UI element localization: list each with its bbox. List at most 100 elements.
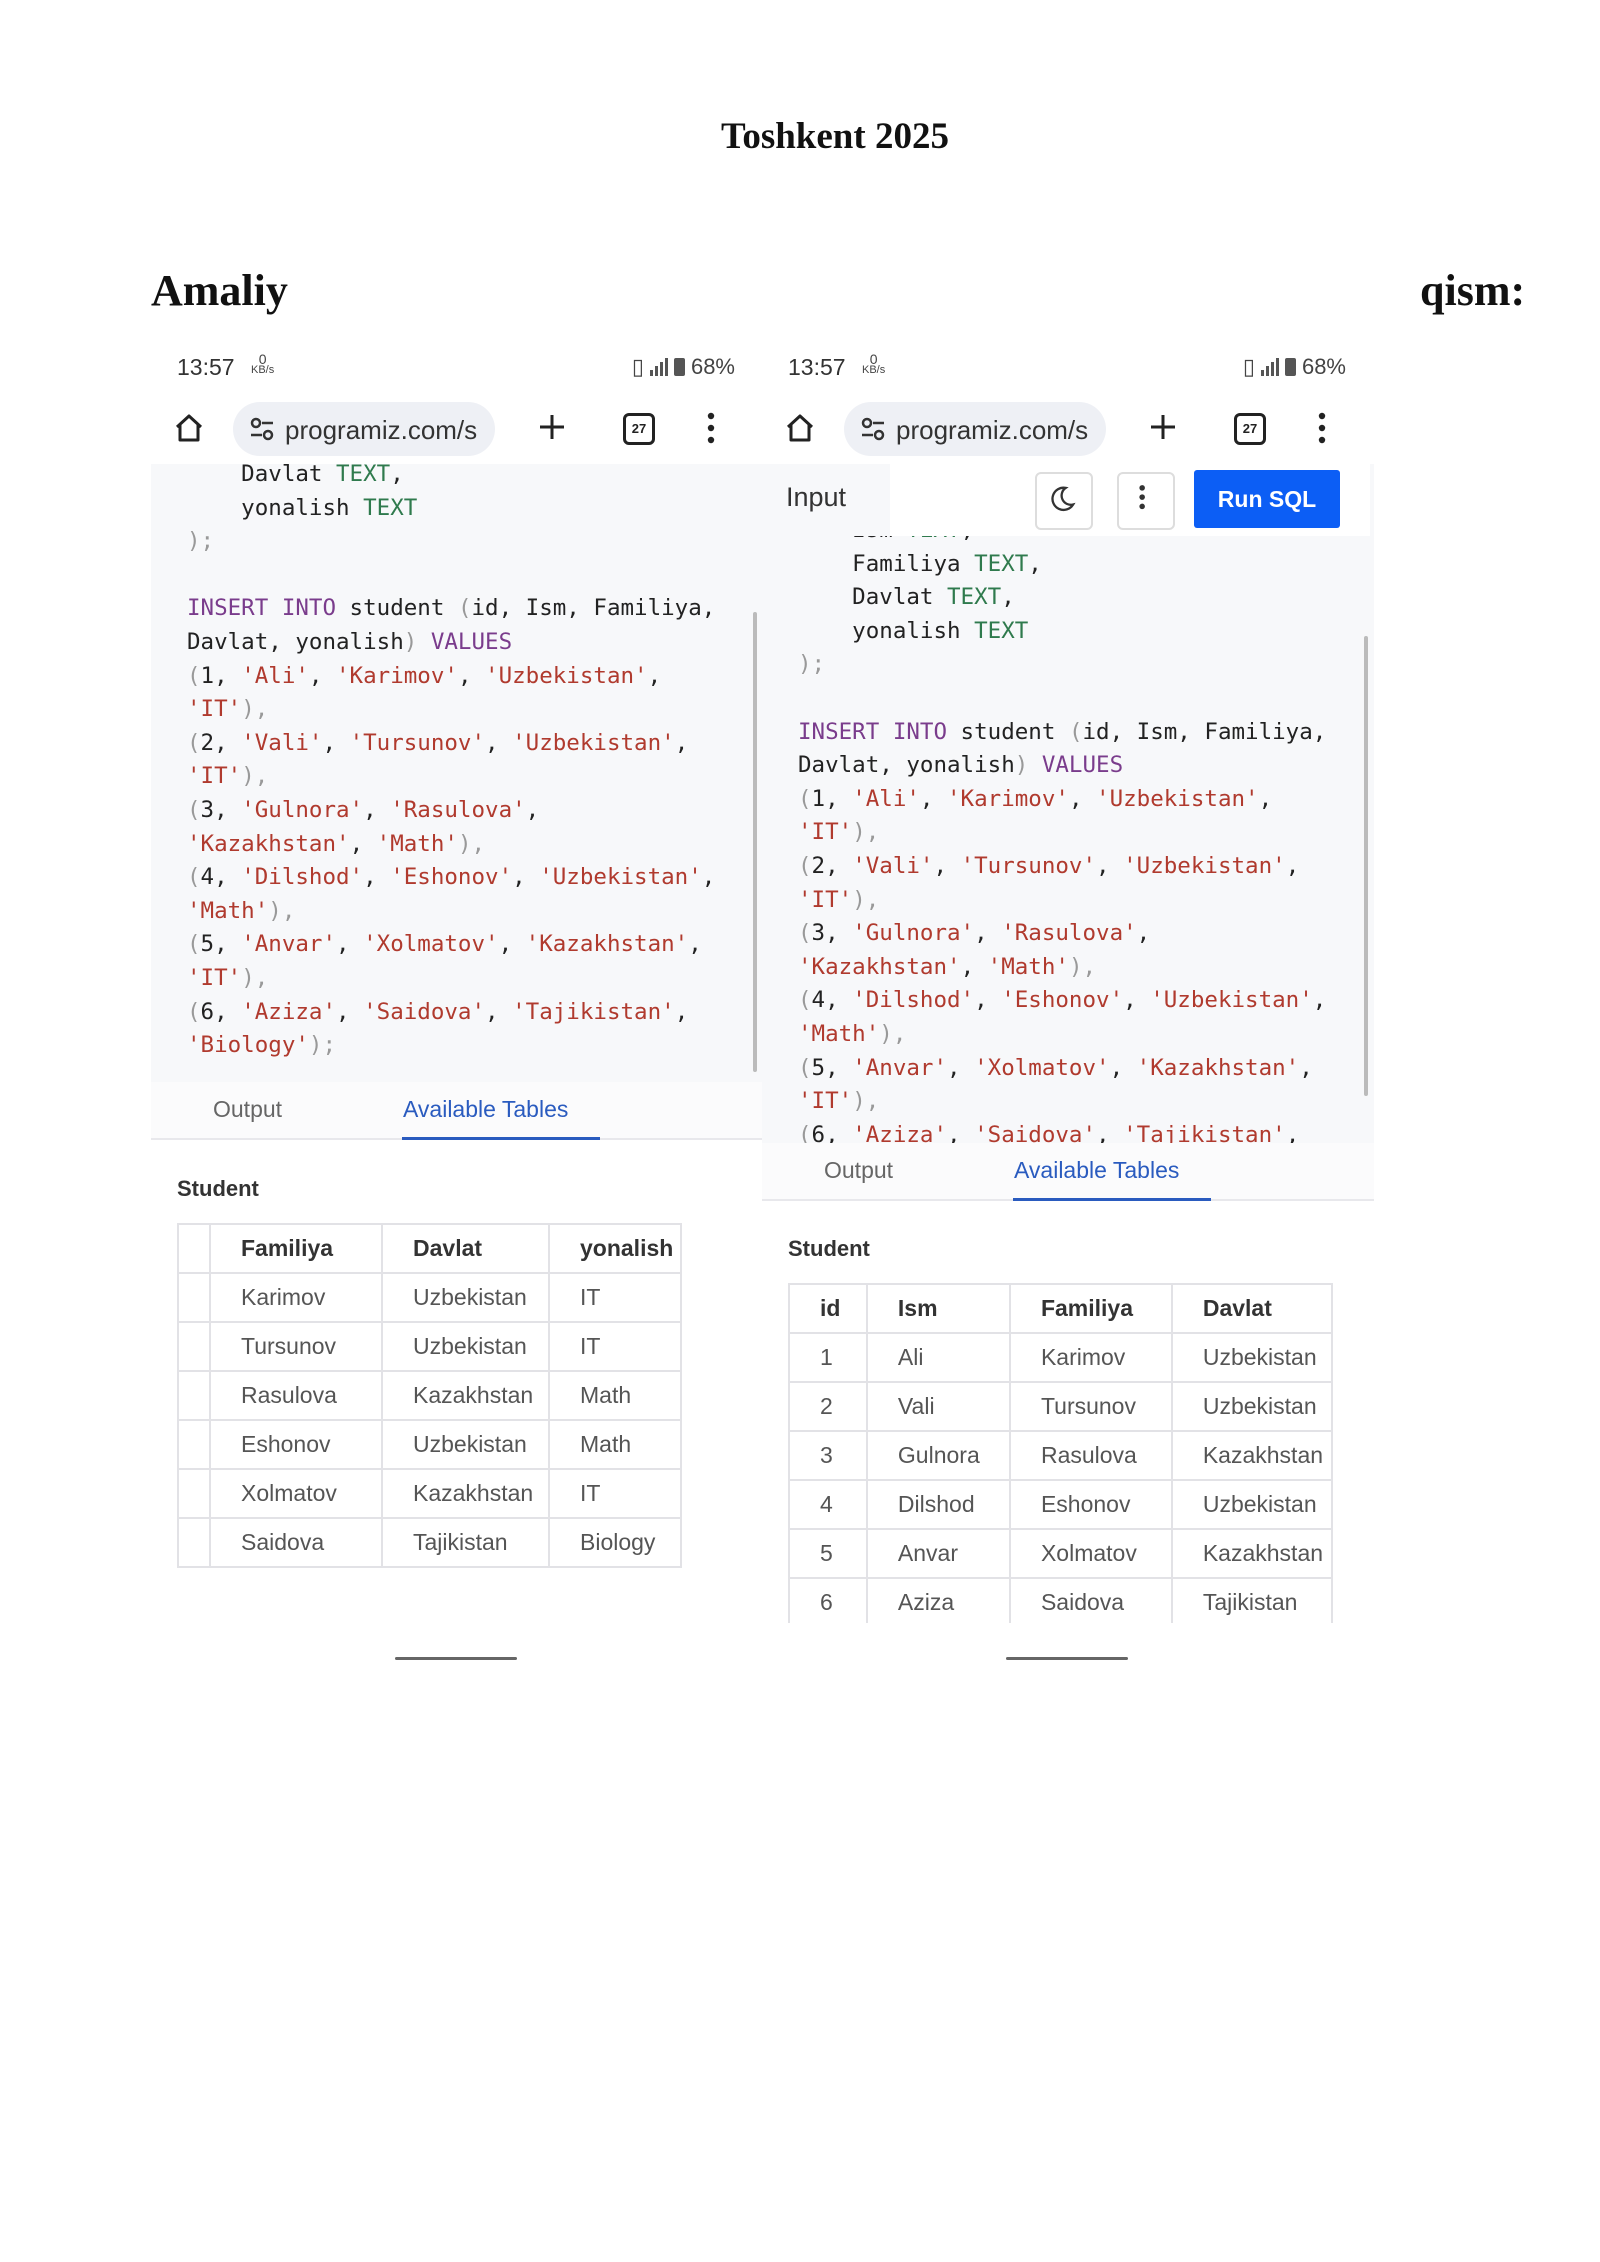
code-token: 'Uzbekistan'	[539, 864, 702, 891]
code-token: 'Gulnora'	[852, 920, 975, 947]
code-token: 'Eshonov'	[1001, 987, 1124, 1014]
tab-available-tables[interactable]: Available Tables	[403, 1096, 568, 1123]
code-token: ,	[512, 864, 540, 891]
home-icon[interactable]	[784, 412, 816, 444]
code-token: 'Tursunov'	[349, 729, 486, 756]
code-token: yonalish	[798, 617, 975, 644]
site-settings-icon[interactable]	[860, 417, 886, 441]
code-token: ,	[701, 864, 716, 891]
code-token: (	[1068, 718, 1083, 745]
code-token: 'Kazakhstan'	[798, 953, 961, 980]
code-token: ,	[322, 729, 350, 756]
code-token: ,	[336, 998, 364, 1025]
table-cell: Karimov	[209, 1272, 383, 1323]
column-header: Familiya	[1008, 1283, 1173, 1334]
table-row: Eshonov Uzbekistan Math	[177, 1419, 682, 1470]
table-cell: Vali	[865, 1381, 1011, 1432]
table-cell: Eshonov	[1008, 1479, 1173, 1530]
code-token: 'Math'	[798, 1020, 880, 1047]
sql-editor[interactable]: Davlat TEXT, yonalish TEXT ); INSERT INT…	[151, 464, 763, 1082]
editor-scrollbar[interactable]	[753, 612, 757, 1072]
code-token: 'Ali'	[852, 785, 920, 812]
code-token: (	[187, 998, 201, 1025]
code-token: (	[187, 796, 201, 823]
site-settings-icon[interactable]	[249, 417, 275, 441]
code-token: 'IT'	[187, 964, 242, 991]
tab-switcher-icon[interactable]: 27	[1234, 413, 1266, 445]
table-cell: Kazakhstan	[381, 1468, 550, 1519]
code-token: (	[187, 864, 201, 891]
table-cell: Kazakhstan	[381, 1370, 550, 1421]
address-bar[interactable]: programiz.com/s	[233, 402, 495, 456]
code-token: ),	[241, 964, 269, 991]
new-tab-icon[interactable]	[537, 412, 567, 442]
table-row: 2 Vali Tursunov Uzbekistan	[788, 1381, 1333, 1432]
code-token: ,	[674, 729, 689, 756]
table-cell: 2	[788, 1381, 868, 1432]
code-token: ,	[525, 796, 540, 823]
tab-output[interactable]: Output	[213, 1096, 282, 1123]
table-row: 3 Gulnora Rasulova Kazakhstan	[788, 1430, 1333, 1481]
code-token: ,	[390, 464, 404, 487]
table-cell: Aziza	[865, 1577, 1011, 1623]
table-scroll-container[interactable]: id Ism Familiya Davlat 1 Ali Karimov Uzbekistan…	[762, 1283, 1333, 1623]
editor-scrollbar[interactable]	[1364, 636, 1368, 1096]
code-token: 'Tajikistan'	[512, 998, 675, 1025]
table-row: Saidova Tajikistan Biology	[177, 1517, 682, 1568]
section-heading-qism: qism:	[1420, 266, 1526, 315]
vibrate-icon: ▯	[1242, 354, 1255, 379]
tab-output[interactable]: Output	[824, 1157, 893, 1184]
student-table: id Ism Familiya Davlat 1 Ali Karimov Uzbekistan…	[788, 1283, 1333, 1623]
table-cell: Tursunov	[209, 1321, 383, 1372]
code-token: 'Math'	[376, 830, 458, 857]
run-sql-button[interactable]: Run SQL	[1194, 470, 1340, 528]
browser-menu-icon[interactable]	[707, 412, 715, 444]
code-token: 'Math'	[987, 953, 1069, 980]
browser-menu-icon[interactable]	[1318, 412, 1326, 444]
code-token: ,	[1285, 852, 1300, 879]
code-token: ),	[241, 763, 269, 790]
code-token: 2,	[200, 729, 242, 756]
tab-switcher-icon[interactable]: 27	[623, 413, 655, 445]
sql-editor[interactable]: Ism TEXT, Familiya TEXT, Davlat TEXT, yo…	[762, 536, 1374, 1143]
code-token: TEXT	[336, 464, 391, 487]
code-token: TEXT	[947, 584, 1002, 611]
table-cell: Dilshod	[865, 1479, 1011, 1530]
signal-icon	[649, 358, 668, 376]
code-token: ,	[1096, 852, 1124, 879]
battery-icon	[1284, 358, 1296, 376]
code-token: (	[798, 785, 812, 812]
code-token: ,	[485, 729, 513, 756]
code-token: 'Math'	[187, 897, 269, 924]
code-token: 'IT'	[798, 1088, 853, 1115]
table-cell: Kazakhstan	[1170, 1430, 1333, 1481]
address-bar[interactable]: programiz.com/s	[844, 402, 1106, 456]
table-cell: Math	[548, 1419, 682, 1470]
code-token: (	[798, 987, 812, 1014]
table-row: Rasulova Kazakhstan Math	[177, 1370, 682, 1421]
code-token: ,	[498, 931, 526, 958]
table-cell: Eshonov	[209, 1419, 383, 1470]
sql-code[interactable]: Ism TEXT, Familiya TEXT, Davlat TEXT, yo…	[798, 536, 1326, 1143]
table-cell: 5	[788, 1528, 868, 1579]
signal-icon	[1260, 358, 1279, 376]
code-token: (	[187, 931, 201, 958]
code-token: 2,	[811, 852, 853, 879]
editor-options-button[interactable]	[1117, 472, 1175, 530]
new-tab-icon[interactable]	[1148, 412, 1178, 442]
table-cell: Kazakhstan	[1170, 1528, 1333, 1579]
tab-available-tables[interactable]: Available Tables	[1014, 1157, 1179, 1184]
code-token: 'Aziza'	[852, 1121, 948, 1143]
code-token: (	[457, 595, 472, 622]
dark-mode-button[interactable]	[1035, 472, 1093, 530]
code-token: 6,	[811, 1121, 853, 1143]
table-cell: 3	[788, 1430, 868, 1481]
table-cell: Rasulova	[1008, 1430, 1173, 1481]
sql-code[interactable]: Davlat TEXT, yonalish TEXT ); INSERT INT…	[187, 464, 715, 1063]
code-token: ,	[1028, 550, 1042, 577]
code-token: ,	[674, 998, 689, 1025]
home-icon[interactable]	[173, 412, 205, 444]
document-title: Toshkent 2025	[721, 116, 949, 157]
code-token: 'Tursunov'	[960, 852, 1097, 879]
table-cell	[177, 1419, 211, 1470]
